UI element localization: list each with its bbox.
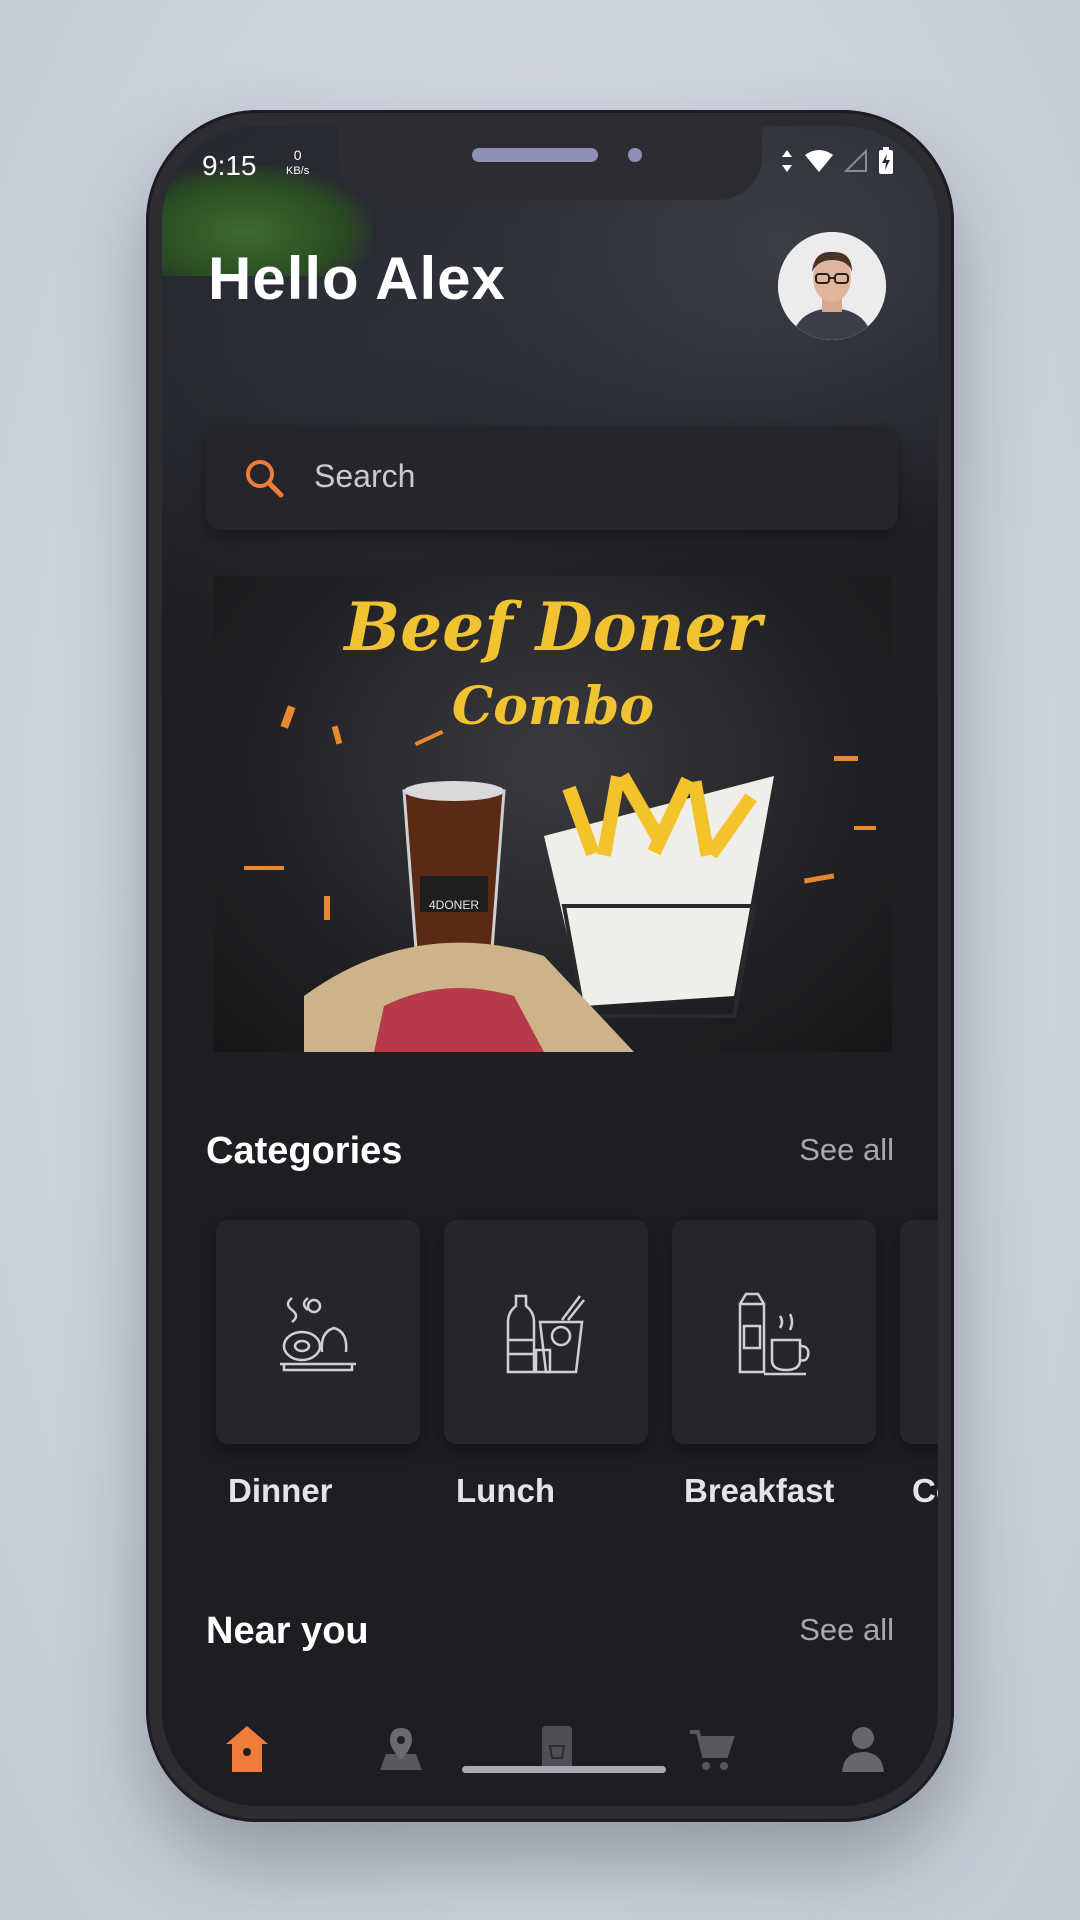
categories-title: Categories [206,1130,403,1172]
category-card-partial[interactable] [900,1220,938,1444]
wifi-icon [805,150,833,172]
nav-map[interactable] [376,1724,426,1774]
category-label-dinner: Dinner [228,1472,333,1509]
near-you-title: Near you [206,1610,369,1652]
category-label-breakfast: Breakfast [684,1472,835,1509]
banner-title-line2: Combo [451,676,655,737]
promo-banner[interactable]: Beef Doner Combo 4DONER [214,576,892,1052]
data-arrows-icon [782,150,792,172]
cell-signal-icon [844,149,867,172]
front-camera [628,148,642,162]
home-icon [226,1726,268,1772]
avatar-portrait-icon [778,232,886,340]
categories-see-all-link[interactable]: See all [799,1132,894,1168]
battery-icon [879,147,893,174]
nav-home[interactable] [222,1724,272,1774]
speaker-grille [472,148,598,162]
cart-icon [690,1730,735,1770]
breakfast-icon [738,1292,810,1376]
status-icons [780,146,894,176]
network-speed-unit: KB/s [286,165,310,177]
banner-brand: 4DONER [428,898,479,912]
dinner-icon [280,1297,356,1372]
banner-title-line1: Beef Doner [344,588,762,666]
banner-title: Beef Doner Combo [214,590,892,744]
map-icon [380,1728,422,1770]
app-screen: 9:15 0 KB/s Hello Alex Search Beef Doner… [162,126,938,1806]
status-time: 9:15 [202,150,257,181]
category-label-lunch: Lunch [456,1472,555,1509]
search-placeholder: Search [314,458,416,494]
lunch-icon [506,1294,585,1374]
user-avatar[interactable] [778,232,886,340]
notch [338,126,762,200]
category-card-breakfast[interactable] [672,1220,876,1444]
bottom-navigation [162,1714,938,1806]
greeting-title: Hello Alex [208,245,506,312]
category-card-lunch[interactable] [444,1220,648,1444]
network-speed: 0 KB/s [286,148,309,178]
category-card-dinner[interactable] [216,1220,420,1444]
near-you-see-all-link[interactable]: See all [799,1612,894,1648]
phone-frame: 9:15 0 KB/s Hello Alex Search Beef Doner… [146,110,954,1822]
nav-profile[interactable] [838,1724,888,1774]
home-indicator[interactable] [462,1766,666,1773]
network-speed-value: 0 [293,147,302,163]
search-bar[interactable]: Search [206,426,898,530]
profile-icon [842,1727,884,1772]
search-icon [246,460,284,498]
category-label-partial: Co [912,1472,938,1509]
nav-cart[interactable] [686,1724,736,1774]
